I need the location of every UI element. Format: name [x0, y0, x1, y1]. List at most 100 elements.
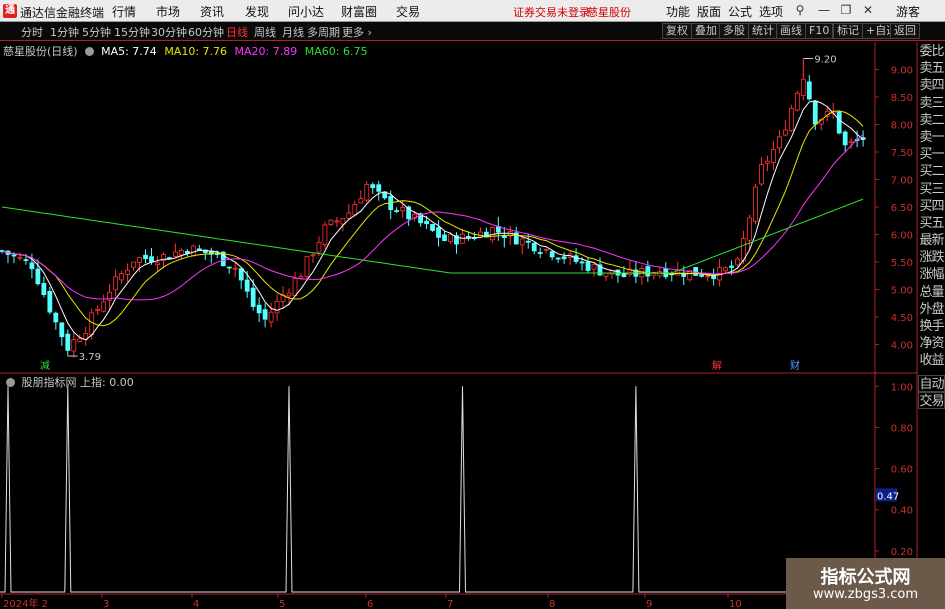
side-label-8[interactable]: 买三 — [918, 181, 945, 198]
ma5-label: MA5: 7.74 — [101, 45, 157, 58]
candle-body — [131, 261, 136, 268]
side-label-17[interactable]: 净资 — [918, 335, 945, 352]
price-tick-label: 5.50 — [891, 258, 913, 269]
date-tick-label: 2024年 2 — [3, 597, 48, 609]
ma60-label: MA60: 6.75 — [304, 45, 368, 58]
side-label-19[interactable]: 自动 — [918, 374, 945, 392]
candle-body — [77, 338, 83, 342]
indicator-gear-icon[interactable] — [6, 378, 15, 387]
side-label-14[interactable]: 总量 — [918, 284, 945, 301]
candle-body — [466, 235, 471, 239]
indicator-tick-label: 0.80 — [891, 423, 913, 434]
low-price-label: 3.79 — [79, 352, 101, 363]
price-tick-label: 8.50 — [891, 93, 913, 104]
candle-body — [729, 265, 734, 268]
candle-body — [537, 252, 543, 254]
quote-side-panel: 委比 卖五 卖四 卖三 卖二 卖一 买一 买二 买三 买四 买五 最新 涨跌 涨幅 总量 外盘 换手 净资 收益自动… — [918, 43, 945, 409]
candle-body — [155, 262, 160, 265]
candle-body — [394, 210, 400, 212]
settings-gear-icon[interactable] — [84, 47, 94, 56]
candle-body — [657, 271, 663, 277]
date-tick-label: 3 — [103, 599, 109, 609]
candle-body — [370, 184, 376, 189]
side-label-10[interactable]: 买五 — [918, 215, 945, 232]
candle-body — [735, 258, 740, 266]
candle-body — [274, 301, 280, 314]
side-label-12[interactable]: 涨跌 — [918, 249, 945, 266]
candle-body — [358, 198, 364, 204]
date-tick-label: 10 — [729, 599, 742, 609]
indicator-value: 上指: 0.00 — [80, 376, 134, 389]
candle-body — [316, 241, 322, 253]
candle-body — [543, 248, 549, 251]
candle-body — [711, 275, 717, 280]
indicator-line — [0, 386, 874, 593]
candle-body — [519, 238, 525, 246]
side-label-5[interactable]: 卖一 — [918, 129, 945, 146]
date-tick-label: 7 — [447, 599, 453, 609]
candle-body — [11, 254, 17, 257]
candle-body — [53, 312, 59, 323]
candle-body — [334, 220, 340, 223]
candle-body — [531, 242, 537, 252]
candle-body — [29, 262, 35, 270]
date-tick-label: 6 — [367, 599, 373, 609]
candle-body — [59, 322, 65, 338]
candle-body — [579, 261, 585, 264]
side-label-11[interactable]: 最新 — [918, 232, 945, 249]
candle-body — [190, 245, 196, 257]
side-label-15[interactable]: 外盘 — [918, 301, 945, 318]
candle-body — [292, 278, 298, 296]
candle-body — [23, 259, 29, 262]
side-label-2[interactable]: 卖四 — [918, 77, 945, 94]
price-tick-label: 7.00 — [891, 176, 913, 187]
side-label-1[interactable]: 卖五 — [918, 60, 945, 77]
high-price-label: 9.20 — [814, 55, 836, 66]
side-label-16[interactable]: 换手 — [918, 318, 945, 335]
date-tick-label: 4 — [193, 599, 199, 609]
price-tick-label: 8.00 — [891, 121, 913, 132]
candle-body — [400, 207, 406, 212]
ma5-line — [1, 100, 864, 341]
candle-body — [842, 131, 848, 146]
ma10-line — [1, 110, 864, 327]
candle-body — [340, 218, 346, 225]
candle-body — [35, 268, 41, 285]
candle-body — [226, 266, 232, 269]
ma20-label: MA20: 7.89 — [234, 45, 298, 58]
candle-body — [782, 129, 788, 136]
side-label-7[interactable]: 买二 — [918, 163, 945, 180]
side-label-4[interactable]: 卖二 — [918, 112, 945, 129]
side-label-9[interactable]: 买四 — [918, 198, 945, 215]
candle-body — [214, 253, 220, 255]
candle-body — [705, 275, 711, 278]
candle-body — [788, 107, 794, 131]
ma10-label: MA10: 7.76 — [164, 45, 228, 58]
candle-body — [364, 184, 370, 201]
candle-body — [561, 256, 567, 260]
side-label-20[interactable]: 交易 — [918, 391, 945, 409]
candle-body — [113, 276, 119, 291]
candle-body — [352, 204, 358, 216]
side-label-13[interactable]: 涨幅 — [918, 266, 945, 283]
watermark-url: www.zbgs3.com — [812, 587, 919, 602]
candle-body — [777, 136, 782, 149]
side-label-0[interactable]: 委比 — [918, 43, 945, 60]
price-tick-label: 4.50 — [891, 313, 913, 324]
candle-body — [442, 234, 447, 242]
candle-body — [268, 311, 274, 323]
candle-body — [95, 309, 101, 312]
side-label-6[interactable]: 买一 — [918, 146, 945, 163]
side-label-3[interactable]: 卖三 — [918, 95, 945, 112]
candle-body — [848, 140, 854, 143]
candle-body — [244, 279, 250, 292]
candle-body — [436, 227, 441, 238]
candle-body — [759, 164, 764, 185]
candle-body — [747, 217, 752, 241]
price-tick-label: 9.00 — [891, 66, 913, 77]
kline-chart[interactable]: 9.00 8.50 8.00 7.50 7.00 6.50 6.00 5.50 5.00 4.50… — [0, 0, 945, 609]
candle-body — [645, 266, 651, 277]
side-label-18[interactable]: 收益 — [918, 352, 945, 369]
candle-body — [424, 220, 429, 225]
candle-body — [806, 81, 812, 100]
